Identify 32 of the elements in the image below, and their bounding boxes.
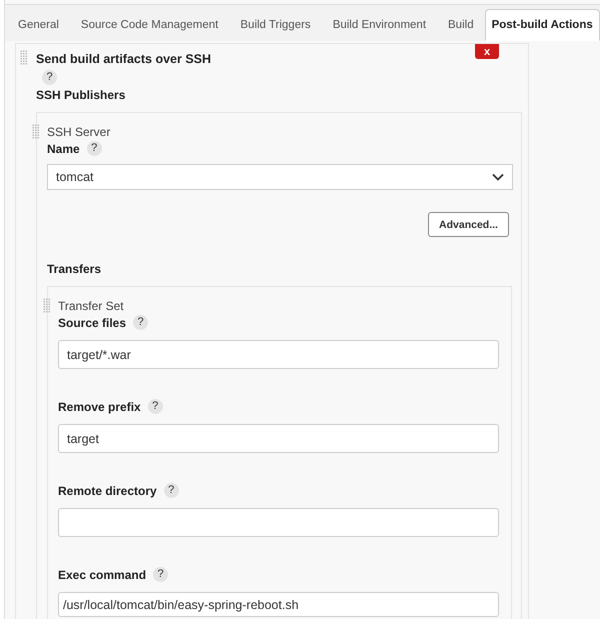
field-label: Remove prefix	[58, 400, 141, 414]
drag-handle-icon[interactable]	[43, 298, 50, 313]
advanced-button[interactable]: Advanced...	[428, 212, 509, 237]
tab[interactable]: Build	[437, 9, 485, 41]
panel-heading: SSH Server	[47, 125, 112, 139]
drag-handle-icon[interactable]	[32, 124, 39, 139]
field-label: Name	[47, 142, 80, 156]
help-icon[interactable]: ?	[133, 315, 148, 330]
section-heading: Transfers	[47, 262, 102, 276]
help-icon[interactable]: ?	[153, 567, 168, 582]
input-field[interactable]	[58, 508, 499, 537]
field-label: Exec command	[58, 568, 146, 582]
tab[interactable]: General	[7, 9, 70, 41]
help-icon[interactable]: ?	[86, 141, 102, 156]
section-heading: SSH Publishers	[36, 88, 126, 102]
input-field[interactable]: target/*.war	[58, 340, 499, 369]
close-button[interactable]: x	[475, 44, 499, 59]
help-icon[interactable]: ?	[164, 483, 179, 498]
input-field[interactable]: /usr/local/tomcat/bin/easy-spring-reboot.sh	[58, 592, 499, 617]
drag-handle-icon[interactable]	[20, 50, 27, 65]
help-icon[interactable]: ?	[148, 399, 163, 414]
field-label: Source files	[58, 316, 126, 330]
field-label: Remote directory	[58, 484, 157, 498]
input-field[interactable]: target	[58, 424, 499, 453]
help-icon[interactable]: ?	[42, 70, 57, 85]
chevron-down-icon	[492, 173, 504, 181]
tab[interactable]: Source Code Management	[70, 9, 230, 41]
panel-heading: Transfer Set	[58, 299, 125, 313]
tab[interactable]: Post-build Actions	[484, 9, 600, 41]
tab[interactable]: Build Environment	[322, 9, 438, 41]
tab[interactable]: Build Triggers	[229, 9, 322, 41]
server-select[interactable]: tomcat	[47, 164, 513, 190]
